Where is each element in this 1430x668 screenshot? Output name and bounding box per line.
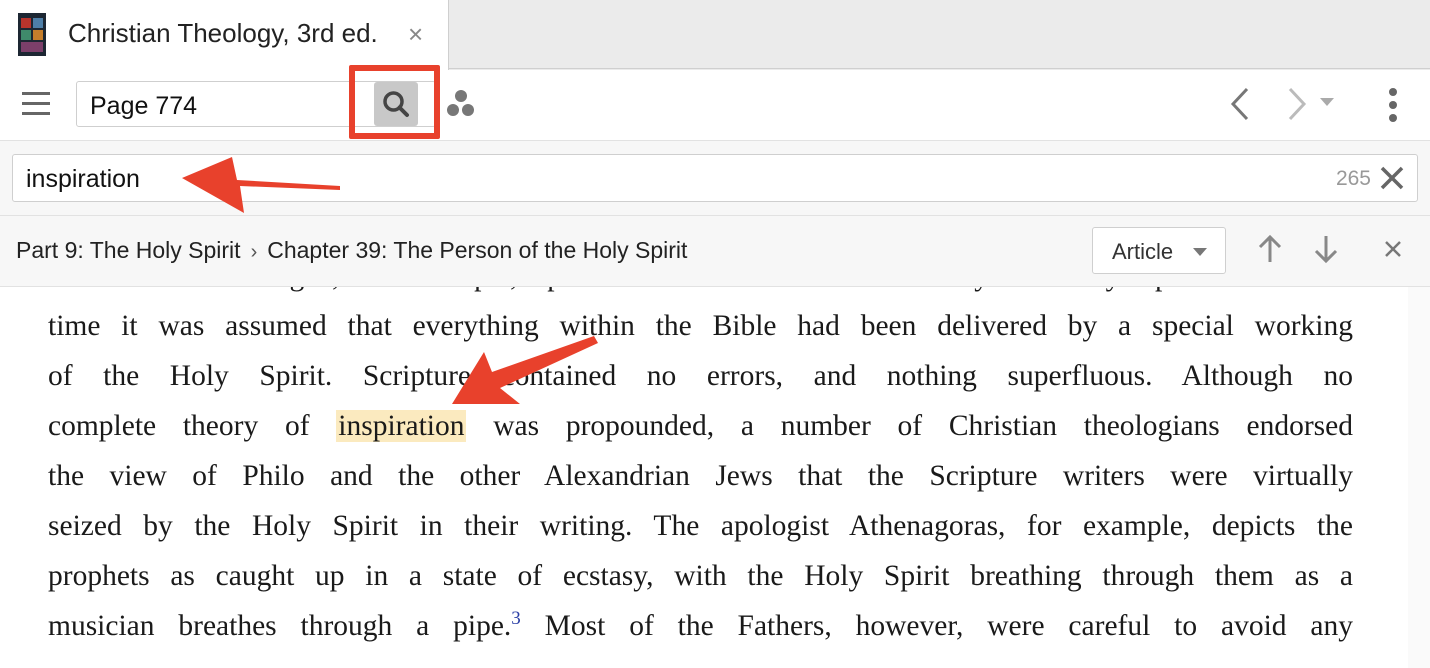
text-line: Word of God. Origen, for example, spoke … bbox=[48, 287, 1353, 301]
scrollbar[interactable] bbox=[1408, 287, 1430, 668]
breadcrumb-separator: › bbox=[250, 241, 258, 263]
breadcrumb: Part 9: The Holy Spirit › Chapter 39: The … bbox=[0, 215, 1430, 287]
text-line: of the Holy Spirit. Scripture contained … bbox=[48, 360, 1353, 392]
view-mode-label: Article bbox=[1112, 239, 1174, 264]
toolbar bbox=[0, 65, 1430, 141]
tab-title: Christian Theology, 3rd ed. bbox=[68, 18, 378, 48]
next-result-icon[interactable] bbox=[1312, 234, 1340, 264]
forward-icon[interactable] bbox=[1282, 86, 1312, 122]
book-cover-icon bbox=[18, 13, 46, 56]
tab-close-icon[interactable]: × bbox=[408, 19, 423, 49]
search-query[interactable]: inspiration bbox=[26, 165, 140, 194]
more-icon[interactable] bbox=[1389, 88, 1397, 122]
text-line: musician breathes through a pipe.3 Most … bbox=[48, 608, 1353, 642]
view-mode-dropdown[interactable]: Article bbox=[1092, 227, 1226, 274]
body-text: Word of God. Origen, for example, spoke … bbox=[48, 287, 1353, 651]
search-hit-highlight: inspiration bbox=[336, 410, 467, 442]
tab-bar: Christian Theology, 3rd ed. × bbox=[0, 0, 1430, 70]
reference-input[interactable] bbox=[90, 92, 340, 121]
close-icon[interactable] bbox=[1384, 240, 1402, 258]
menu-icon[interactable] bbox=[22, 92, 50, 116]
reading-pane: Word of God. Origen, for example, spoke … bbox=[0, 287, 1430, 668]
document-tab[interactable]: Christian Theology, 3rd ed. × bbox=[0, 0, 449, 70]
text-line: seized by the Holy Spirit in their writi… bbox=[48, 510, 1353, 542]
search-panel: inspiration 265 bbox=[0, 141, 1430, 215]
back-icon[interactable] bbox=[1225, 86, 1255, 122]
search-result-count: 265 bbox=[1335, 167, 1371, 190]
footnote-link[interactable]: 3 bbox=[511, 608, 521, 629]
text-line: time it was assumed that everything with… bbox=[48, 310, 1353, 342]
text-line: complete theory of inspiration was propo… bbox=[48, 410, 1353, 442]
previous-result-icon[interactable] bbox=[1256, 234, 1284, 264]
text-line: prophets as caught up in a state of ecst… bbox=[48, 560, 1353, 592]
visual-filter-icon[interactable] bbox=[446, 90, 476, 118]
search-button-annotation-box bbox=[349, 65, 440, 139]
breadcrumb-chapter[interactable]: Chapter 39: The Person of the Holy Spiri… bbox=[267, 237, 687, 263]
text-line: the view of Philo and the other Alexandr… bbox=[48, 460, 1353, 492]
clear-search-icon[interactable] bbox=[1379, 165, 1405, 191]
chevron-down-icon bbox=[1193, 248, 1207, 256]
search-field[interactable]: inspiration 265 bbox=[12, 154, 1418, 202]
history-dropdown-icon[interactable] bbox=[1320, 98, 1334, 106]
breadcrumb-part[interactable]: Part 9: The Holy Spirit bbox=[16, 237, 241, 263]
